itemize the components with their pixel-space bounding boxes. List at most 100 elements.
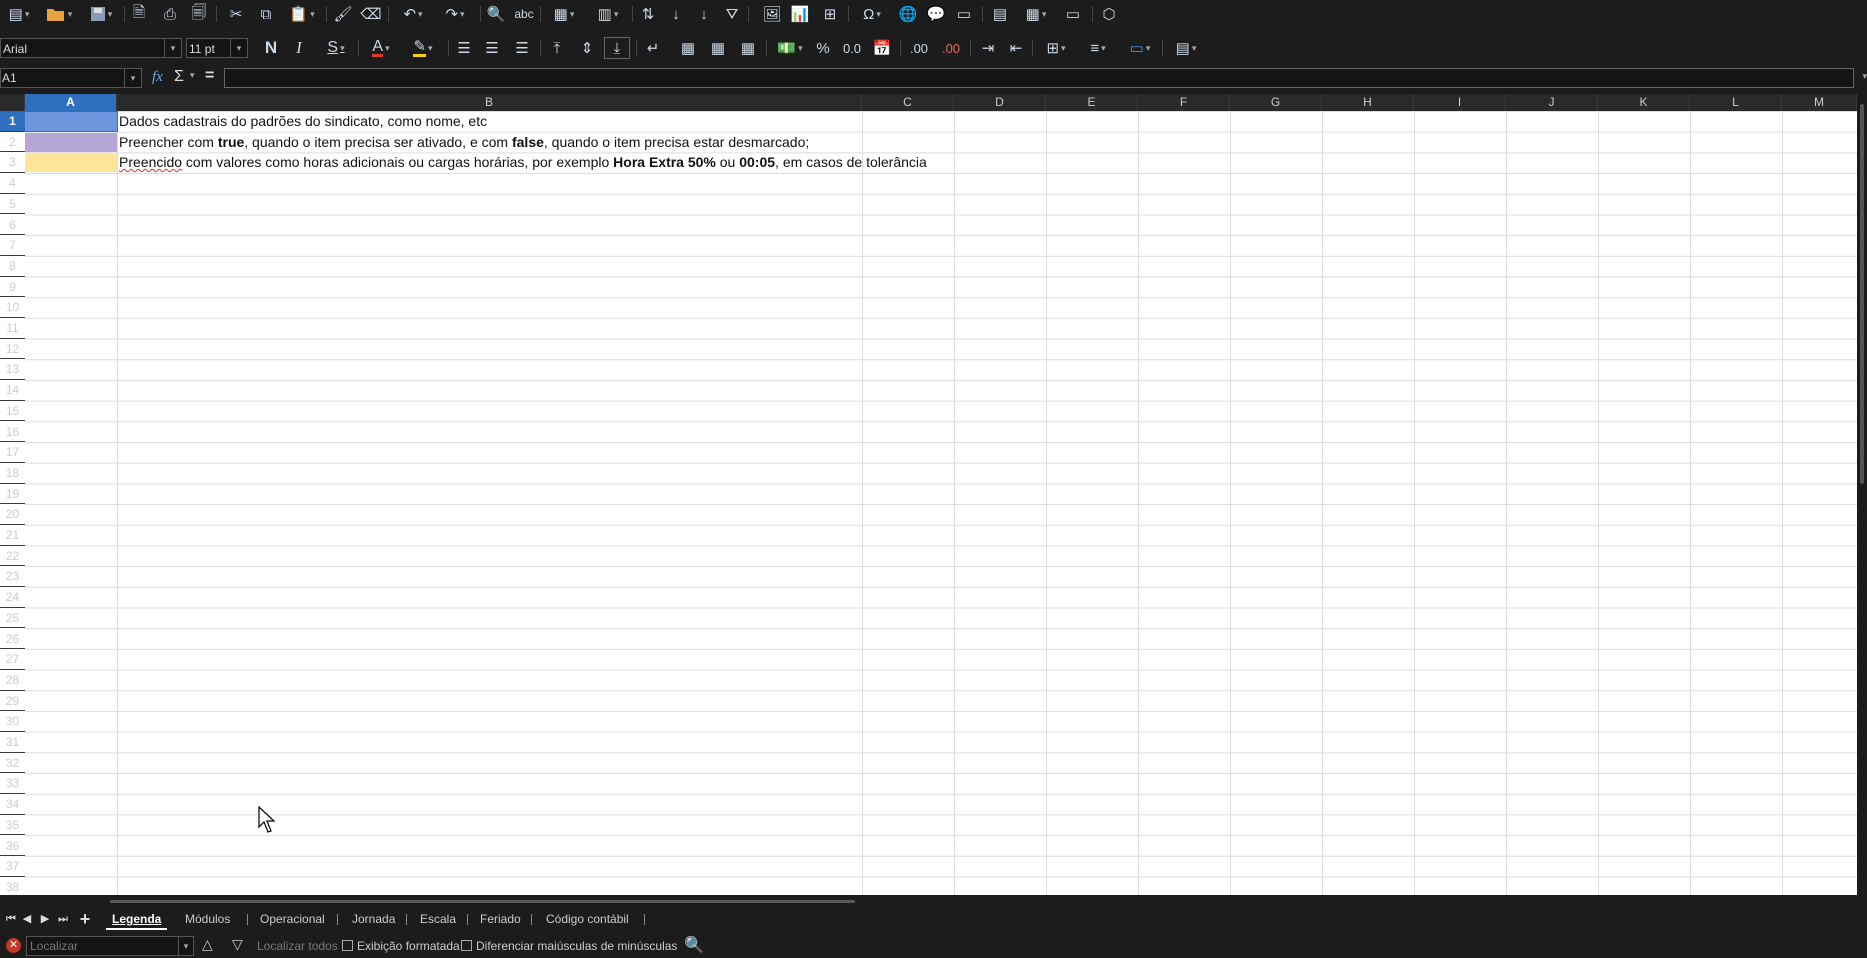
column-header-h[interactable]: H — [1322, 94, 1414, 111]
row-header[interactable]: 18 — [0, 463, 25, 484]
formatted-display-checkbox[interactable] — [342, 940, 353, 951]
currency-icon[interactable]: 💵 — [770, 37, 810, 59]
tab-jornada[interactable]: Jornada — [346, 910, 401, 928]
hyperlink-icon[interactable]: 🌐 — [896, 3, 920, 25]
sum-button[interactable]: Σ — [174, 68, 184, 86]
export-pdf-icon[interactable]: 🗎 — [128, 3, 150, 25]
cell-a3-color-swatch[interactable] — [25, 153, 117, 172]
paste-icon[interactable]: 📋 — [284, 3, 320, 25]
row-header[interactable]: 33 — [0, 773, 25, 795]
column-header-e[interactable]: E — [1046, 94, 1138, 111]
row-header[interactable]: 24 — [0, 587, 25, 608]
highlight-color-icon[interactable]: ✎ — [404, 37, 442, 59]
chevron-down-icon[interactable]: ▾ — [230, 39, 247, 57]
header-footer-icon[interactable]: ▭ — [952, 3, 976, 25]
match-case-checkbox[interactable] — [461, 940, 472, 951]
merge-center-icon[interactable]: ▦ — [676, 37, 700, 59]
clear-formatting-icon[interactable]: ⌫ — [360, 3, 382, 25]
add-decimal-button[interactable]: .00 — [904, 37, 934, 59]
redo-icon[interactable]: ↷ — [436, 3, 474, 25]
save-icon[interactable] — [82, 3, 120, 25]
define-print-area-icon[interactable]: ▤ — [988, 3, 1012, 25]
align-top-icon[interactable]: ⤒ — [546, 37, 568, 59]
row-header[interactable]: 20 — [0, 504, 25, 525]
delete-decimal-button[interactable]: .00 — [936, 37, 966, 59]
first-sheet-icon[interactable]: ⏮ — [4, 911, 18, 927]
chevron-down-icon[interactable]: ▾ — [164, 39, 181, 57]
split-window-icon[interactable]: ▭ — [1060, 3, 1086, 25]
align-bottom-icon[interactable]: ⤓ — [604, 37, 630, 59]
row-header[interactable]: 34 — [0, 794, 25, 815]
new-document-icon[interactable]: ▤ — [2, 3, 36, 25]
row-header[interactable]: 35 — [0, 815, 25, 836]
unmerge-cells-icon[interactable]: ▦ — [736, 37, 760, 59]
row-icon[interactable]: ▦ — [544, 3, 584, 25]
vertical-scrollbar[interactable] — [1857, 94, 1867, 895]
comment-icon[interactable]: 💬 — [924, 3, 948, 25]
borders-icon[interactable]: ⊞ — [1036, 37, 1076, 59]
row-header[interactable]: 7 — [0, 235, 25, 256]
column-header-d[interactable]: D — [954, 94, 1046, 111]
horizontal-scroll-thumb[interactable] — [110, 900, 855, 903]
horizontal-scrollbar[interactable] — [0, 895, 1867, 907]
find-previous-icon[interactable]: △ — [202, 936, 213, 953]
row-header[interactable]: 29 — [0, 691, 25, 712]
row-header[interactable]: 25 — [0, 608, 25, 629]
conditional-format-icon[interactable]: ▤ — [1166, 37, 1206, 59]
cell-b3[interactable]: Preencido com valores como horas adicion… — [119, 152, 927, 173]
italic-button[interactable]: I — [288, 37, 310, 59]
chevron-down-icon[interactable]: ▾ — [124, 69, 141, 87]
autofilter-icon[interactable]: ⛛ — [720, 3, 744, 25]
align-center-icon[interactable]: ☰ — [480, 37, 504, 59]
row-header[interactable]: 13 — [0, 359, 25, 381]
strikethrough-button[interactable]: S — [318, 37, 354, 59]
close-icon[interactable]: ✕ — [6, 938, 21, 953]
cell-area[interactable]: Dados cadastrais do padrões do sindicato… — [24, 111, 1858, 895]
column-header-b[interactable]: B — [117, 94, 862, 111]
find-replace-icon[interactable]: 🔍 — [484, 3, 508, 25]
font-name-select[interactable]: Arial ▾ — [0, 38, 182, 58]
column-header-k[interactable]: K — [1598, 94, 1690, 111]
column-header-i[interactable]: I — [1414, 94, 1506, 111]
row-header[interactable]: 38 — [0, 877, 25, 895]
row-header[interactable]: 23 — [0, 566, 25, 588]
sort-ascending-icon[interactable]: ↓ — [664, 3, 688, 25]
row-header[interactable]: 32 — [0, 753, 25, 774]
insert-chart-icon[interactable]: 📊 — [788, 3, 812, 25]
chevron-down-icon[interactable]: ▾ — [178, 937, 193, 955]
row-header[interactable]: 9 — [0, 277, 25, 298]
cell-b2[interactable]: Preencher com true, quando o item precis… — [119, 132, 809, 153]
cell-b1[interactable]: Dados cadastrais do padrões do sindicato… — [119, 111, 487, 132]
special-character-icon[interactable]: Ω — [852, 3, 892, 25]
tab-modulos[interactable]: Módulos — [179, 910, 236, 928]
name-box[interactable]: A1 ▾ — [0, 68, 142, 88]
column-header-l[interactable]: L — [1690, 94, 1782, 111]
bold-button[interactable]: N — [260, 37, 282, 59]
cut-icon[interactable]: ✂ — [224, 3, 248, 25]
row-header[interactable]: 22 — [0, 546, 25, 567]
formula-input[interactable] — [224, 68, 1854, 88]
row-header[interactable]: 1 — [0, 111, 25, 132]
wrap-text-icon[interactable]: ↵ — [642, 37, 664, 59]
find-next-icon[interactable]: ▽ — [232, 936, 243, 953]
open-folder-icon[interactable] — [40, 3, 78, 25]
row-header[interactable]: 30 — [0, 711, 25, 732]
row-header[interactable]: 21 — [0, 525, 25, 546]
border-style-icon[interactable]: ≡ — [1078, 37, 1118, 59]
merge-cells-icon[interactable]: ▦ — [706, 37, 730, 59]
add-sheet-button[interactable]: + — [78, 910, 92, 928]
find-input[interactable]: Localizar ▾ — [26, 936, 194, 956]
border-color-icon[interactable]: ▭ — [1120, 37, 1160, 59]
clone-formatting-icon[interactable]: 🖌 — [332, 3, 354, 25]
function-wizard-button[interactable]: fx — [152, 69, 163, 86]
increase-indent-icon[interactable]: ⇥ — [976, 37, 1000, 59]
spelling-icon[interactable]: abc — [512, 3, 536, 25]
last-sheet-icon[interactable]: ⏭ — [56, 911, 70, 927]
row-header[interactable]: 26 — [0, 629, 25, 650]
row-header[interactable]: 15 — [0, 401, 25, 422]
row-header[interactable]: 27 — [0, 649, 25, 670]
align-right-icon[interactable]: ☰ — [510, 37, 534, 59]
vertical-scroll-thumb[interactable] — [1860, 104, 1864, 484]
tab-operacional[interactable]: Operacional — [254, 910, 331, 928]
tab-feriado[interactable]: Feriado — [474, 910, 527, 928]
